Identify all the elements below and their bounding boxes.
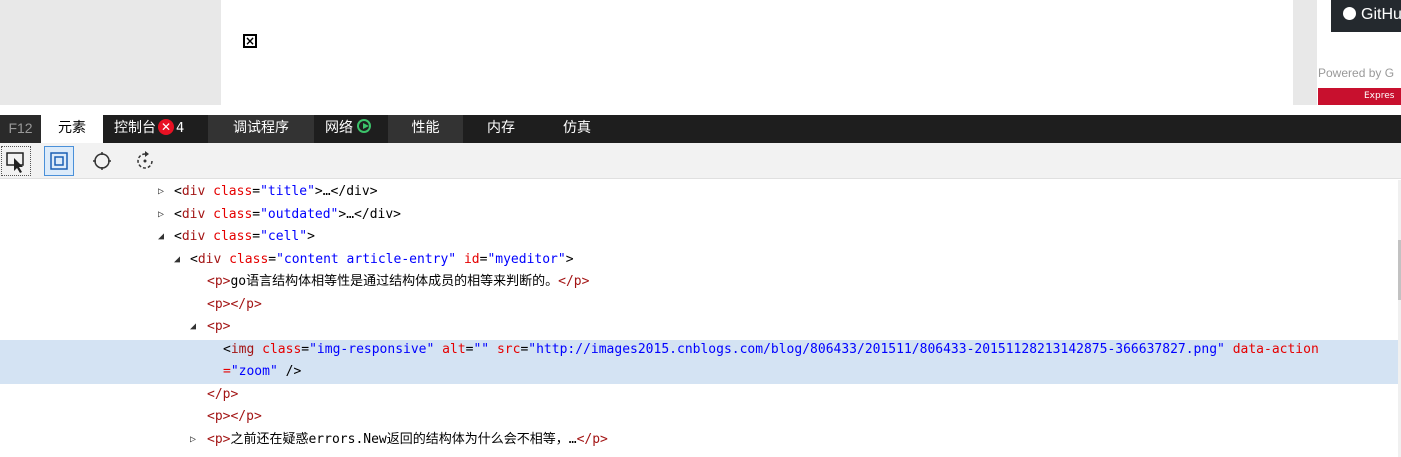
- tag-close: </p>: [558, 274, 590, 289]
- tab-emulation[interactable]: 仿真: [539, 115, 615, 143]
- tag-bracket: <: [223, 342, 231, 357]
- attr-name: data-action: [1232, 342, 1319, 357]
- dom-node-p-close[interactable]: </p>: [0, 384, 1398, 406]
- collapse-arrow-icon[interactable]: ◢: [174, 249, 180, 271]
- expand-arrow-icon[interactable]: ▷: [158, 181, 164, 203]
- console-error-count: 4: [176, 121, 185, 136]
- tab-elements[interactable]: 元素: [41, 115, 103, 143]
- attr-value: "myeditor": [487, 252, 566, 267]
- target-button[interactable]: [87, 146, 117, 176]
- tab-console[interactable]: 控制台 ✕ 4: [103, 115, 207, 143]
- express-banner[interactable]: Expres: [1318, 88, 1401, 105]
- select-element-button[interactable]: [1, 146, 31, 176]
- attr-name: id: [463, 252, 480, 267]
- tag-open: <p>: [207, 432, 231, 447]
- attr-value: "content article-entry": [276, 252, 457, 267]
- dom-tree-panel[interactable]: ▷ <div class="title">…</div> ▷ <div clas…: [0, 180, 1398, 457]
- tag-close: </p>: [207, 387, 239, 402]
- github-button-label: GitHu: [1361, 6, 1401, 23]
- expand-arrow-icon[interactable]: ▷: [190, 429, 196, 451]
- tag-close: </p>: [576, 432, 608, 447]
- refresh-rotate-icon: [137, 151, 153, 169]
- tab-console-label: 控制台: [114, 120, 156, 136]
- tag-open: <p>: [207, 274, 231, 289]
- dom-node-img-continued[interactable]: ="zoom" />: [0, 361, 1398, 383]
- tab-f12[interactable]: F12: [0, 115, 41, 143]
- select-element-icon: [6, 152, 24, 173]
- elements-toolbar: [0, 143, 1401, 179]
- tag-bracket: <: [190, 252, 198, 267]
- highlight-box-button[interactable]: [44, 146, 74, 176]
- tag-open: <p></p>: [207, 409, 262, 424]
- node-text: 之前还在疑惑errors.New返回的结构体为什么会不相等，…: [230, 432, 577, 447]
- tag-name: div: [197, 252, 222, 267]
- play-icon: [357, 119, 371, 133]
- dom-node-div-outdated[interactable]: ▷ <div class="outdated">…</div>: [0, 204, 1398, 226]
- tag-name: div: [181, 229, 206, 244]
- article-content-area: [221, 0, 1293, 105]
- expand-arrow-icon[interactable]: ▷: [158, 204, 164, 226]
- tab-debugger[interactable]: 调试程序: [208, 115, 314, 143]
- target-icon: [93, 152, 111, 170]
- dom-node-p-errors[interactable]: ▷ <p>之前还在疑惑errors.New返回的结构体为什么会不相等，…</p>: [0, 429, 1398, 451]
- attr-value: "title": [260, 184, 315, 199]
- tag-bracket: <: [174, 229, 182, 244]
- attr-value: "outdated": [260, 207, 339, 222]
- attr-equals: =: [223, 364, 231, 379]
- tag-open: <p>: [207, 319, 231, 334]
- attr-value: "img-responsive": [309, 342, 435, 357]
- highlight-box-icon: [50, 152, 68, 170]
- error-icon: ✕: [158, 119, 174, 135]
- attr-name: alt: [442, 342, 466, 357]
- tag-bracket: <: [174, 207, 182, 222]
- broken-image-icon: ×: [243, 34, 257, 48]
- node-text: go语言结构体相等性是通过结构体成员的相等来判断的。: [230, 274, 559, 289]
- tab-network[interactable]: 网络: [314, 115, 387, 143]
- tab-memory[interactable]: 内存: [463, 115, 539, 143]
- tag-close: >…</div>: [338, 207, 402, 222]
- tab-network-label: 网络: [325, 120, 353, 136]
- devtools-tab-bar: F12 元素 控制台 ✕ 4 调试程序 网络 性能 内存 仿真: [0, 115, 1401, 143]
- dom-node-p-expanded[interactable]: ◢ <p>: [0, 316, 1398, 338]
- devtools-resize-grip[interactable]: ...: [940, 104, 952, 105]
- attr-name: class: [213, 229, 253, 244]
- dom-node-p-text[interactable]: <p>go语言结构体相等性是通过结构体成员的相等来判断的。</p>: [0, 271, 1398, 293]
- github-icon: [1343, 7, 1356, 20]
- attr-value: "cell": [260, 229, 308, 244]
- dom-node-p-empty[interactable]: <p></p>: [0, 406, 1398, 428]
- attr-value: "": [473, 342, 490, 357]
- attr-name: class: [213, 207, 253, 222]
- tab-performance[interactable]: 性能: [388, 115, 463, 143]
- tag-close: >…</div>: [314, 184, 378, 199]
- tag-close: />: [277, 364, 302, 379]
- refresh-button[interactable]: [130, 146, 160, 176]
- broken-image-glyph: ×: [245, 34, 256, 48]
- collapse-arrow-icon[interactable]: ◢: [190, 316, 196, 338]
- dom-node-img-selected[interactable]: <img class="img-responsive" alt="" src="…: [0, 339, 1398, 361]
- collapse-arrow-icon[interactable]: ◢: [158, 226, 164, 248]
- express-label: Expres: [1364, 91, 1395, 101]
- dom-node-div-myeditor[interactable]: ◢ <div class="content article-entry" id=…: [0, 249, 1398, 271]
- attr-value: "http://images2015.cnblogs.com/blog/8064…: [528, 342, 1225, 357]
- attr-name: class: [213, 184, 253, 199]
- attr-name: class: [229, 252, 269, 267]
- dom-node-div-title[interactable]: ▷ <div class="title">…</div>: [0, 181, 1398, 203]
- github-button[interactable]: GitHu: [1331, 0, 1401, 32]
- page-viewport: × GitHu Powered by G Expres ...: [0, 0, 1401, 105]
- dom-node-p-empty[interactable]: <p></p>: [0, 294, 1398, 316]
- tag-close: >: [307, 229, 315, 244]
- attr-value: "zoom": [230, 364, 278, 379]
- tag-name: img: [230, 342, 255, 357]
- tag-name: div: [181, 207, 206, 222]
- tag-bracket: <: [174, 184, 182, 199]
- tag-close: >: [565, 252, 574, 267]
- powered-by-text: Powered by G: [1318, 66, 1395, 80]
- tag-open: <p></p>: [207, 297, 262, 312]
- attr-name: src: [496, 342, 521, 357]
- dom-node-div-cell[interactable]: ◢ <div class="cell">: [0, 226, 1398, 248]
- tag-name: div: [181, 184, 206, 199]
- attr-name: class: [262, 342, 302, 357]
